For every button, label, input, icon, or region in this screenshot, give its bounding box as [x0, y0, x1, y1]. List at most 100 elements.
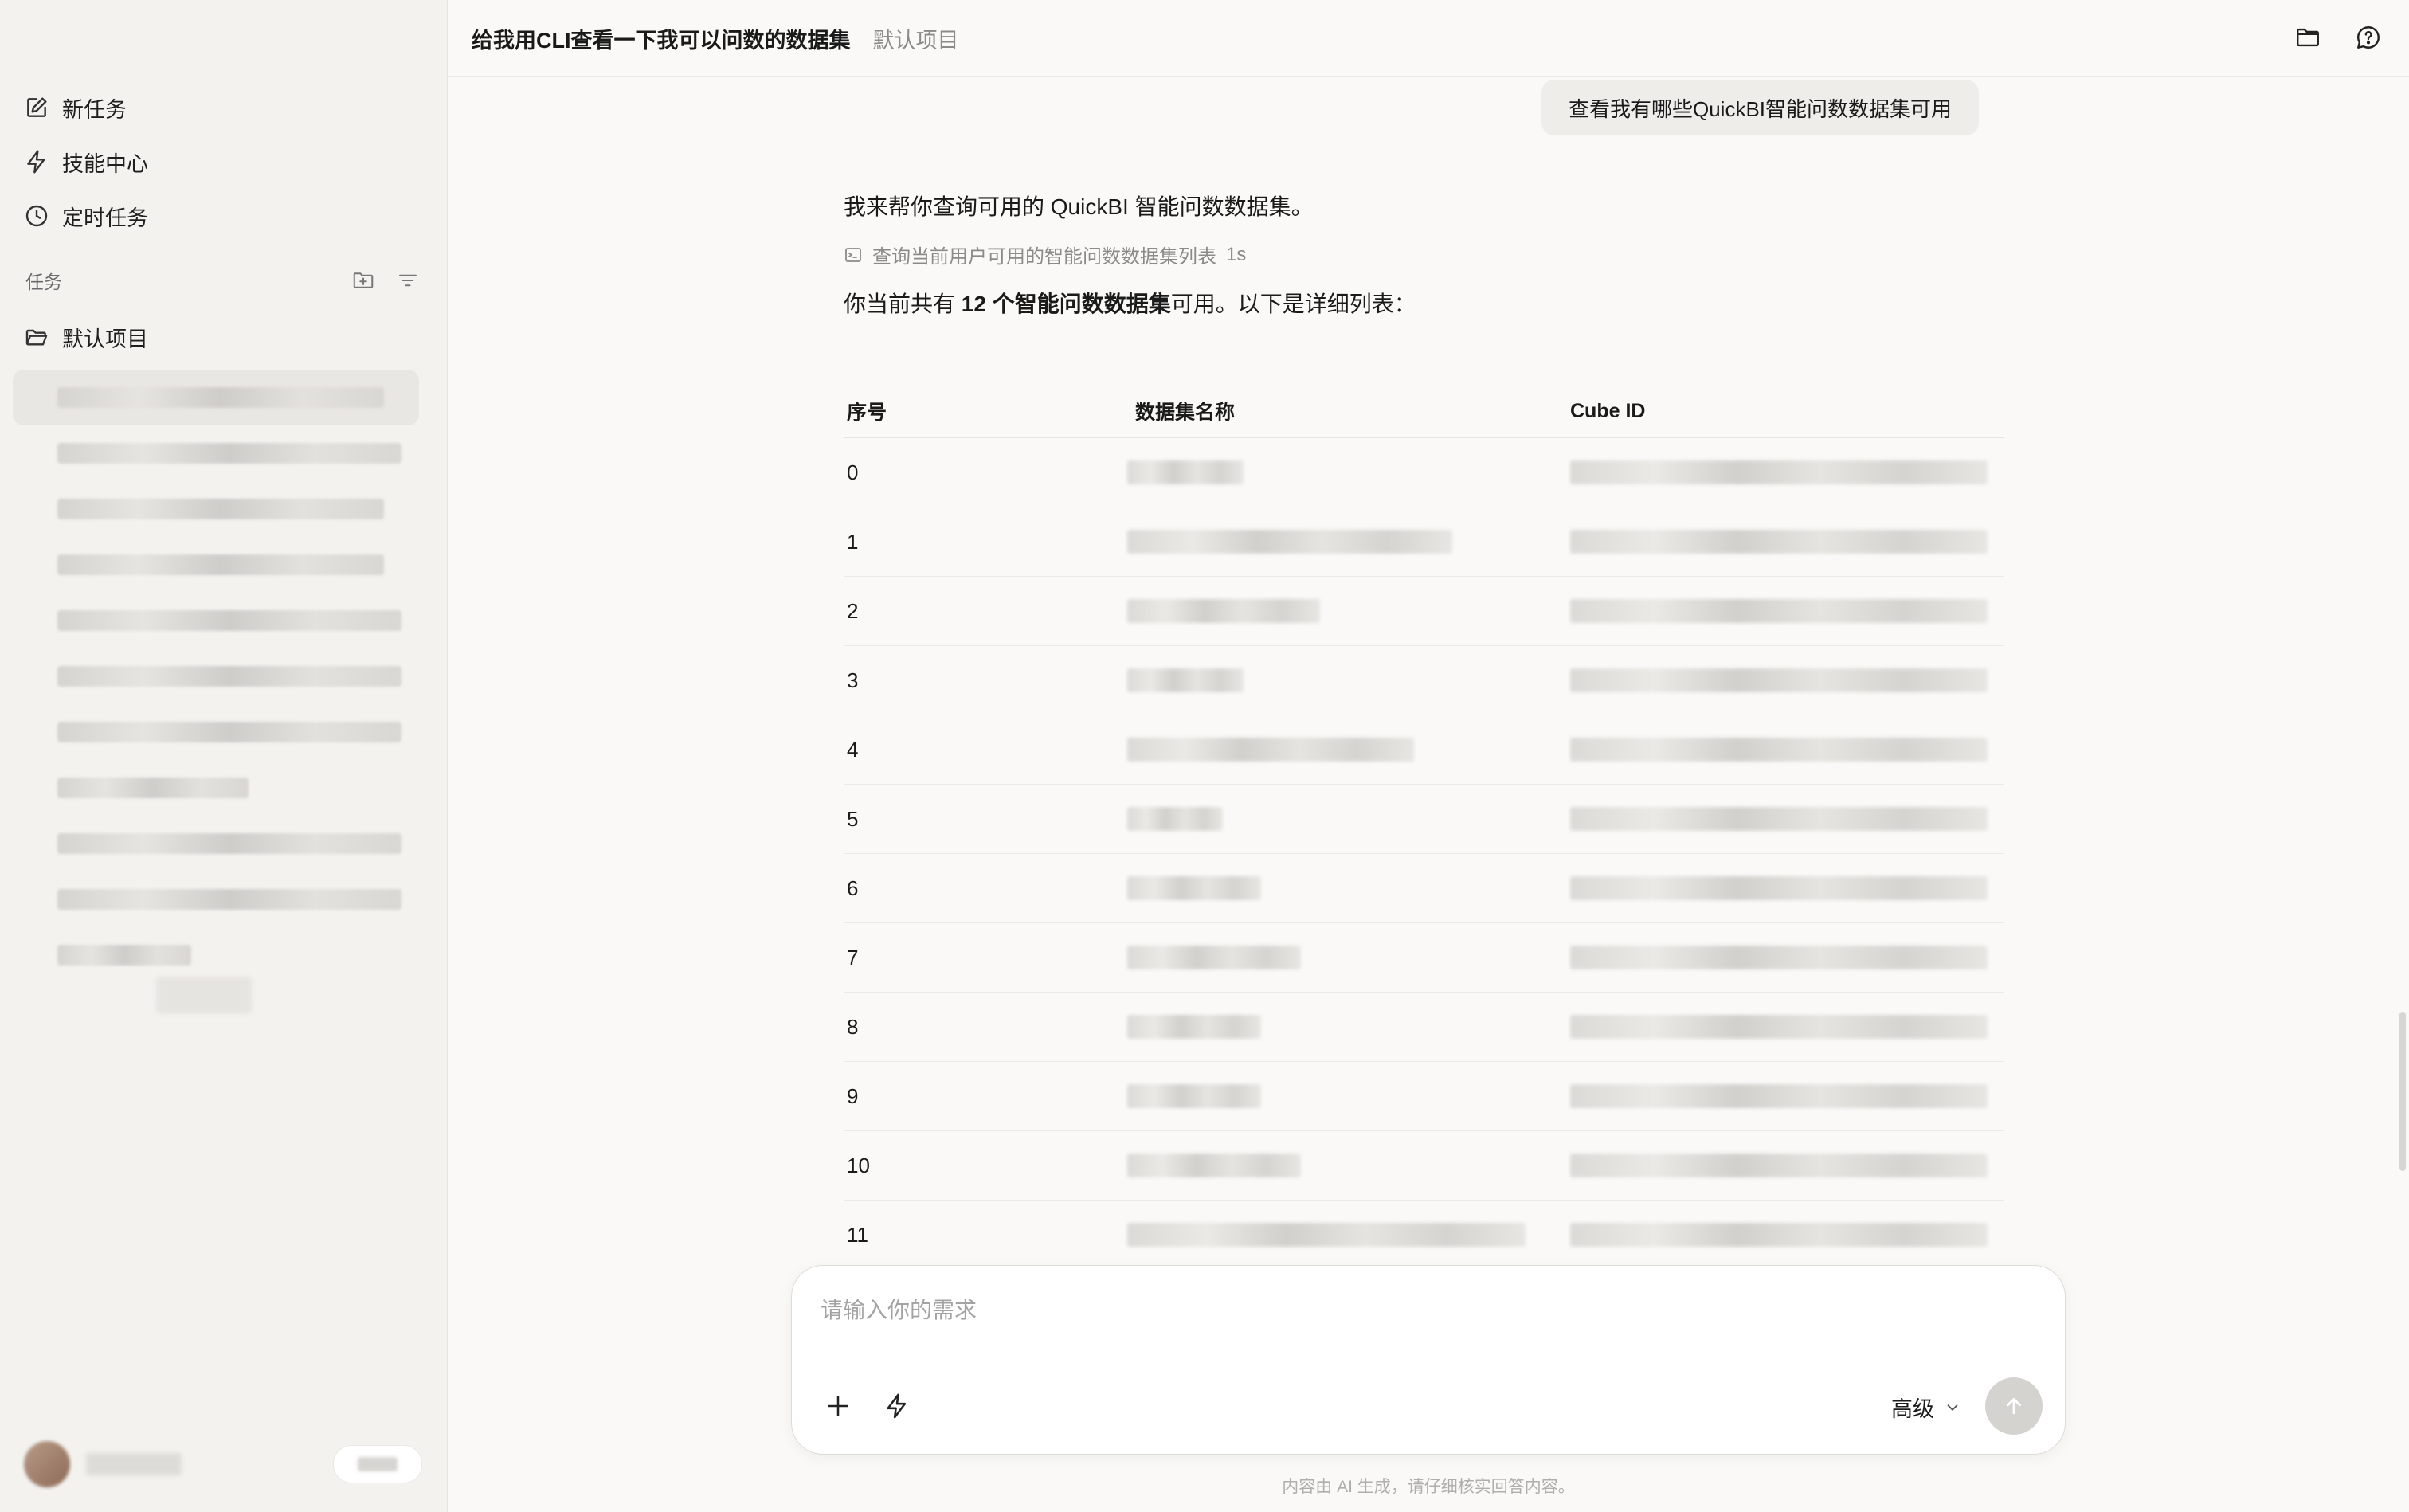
- table-row: 1: [844, 507, 2004, 577]
- row-index: 10: [847, 1153, 870, 1177]
- breadcrumb[interactable]: 默认项目: [873, 23, 959, 54]
- header-cube-id: Cube ID: [1570, 399, 1646, 422]
- tasks-section-label: 任务: [25, 272, 62, 292]
- table-row: 5: [844, 785, 2004, 854]
- redacted-dataset-name: [1127, 599, 1570, 623]
- lightning-icon[interactable]: [881, 1390, 913, 1422]
- row-index: 2: [847, 598, 859, 623]
- row-index: 3: [847, 668, 859, 692]
- ai-disclaimer: 内容由 AI 生成，请仔细核实回答内容。: [1282, 1478, 1575, 1496]
- table-row: 0: [844, 438, 2004, 507]
- plus-icon[interactable]: [822, 1390, 854, 1422]
- folder-open-icon: [25, 329, 48, 346]
- message-input[interactable]: [819, 1290, 1937, 1331]
- redacted-cube-id: [1570, 668, 2004, 692]
- tasks-section-tools: [349, 266, 422, 295]
- redacted-cube-id: [1570, 1223, 2004, 1247]
- row-index: 7: [847, 945, 859, 969]
- redacted-dataset-name: [1127, 876, 1570, 900]
- message-composer: 高级: [791, 1265, 2066, 1455]
- tool-call-label: 查询当前用户可用的智能问数数据集列表: [872, 246, 1216, 268]
- row-index: 1: [847, 529, 859, 554]
- main-panel: 给我用CLI查看一下我可以问数的数据集 默认项目 查看我有哪些QuickBI智能…: [448, 0, 2409, 1512]
- task-item[interactable]: [13, 481, 419, 537]
- summary-highlight: 12 个智能问数数据集: [961, 292, 1171, 316]
- task-item[interactable]: [13, 648, 419, 704]
- user-message-bubble: 查看我有哪些QuickBI智能问数数据集可用: [1541, 80, 1980, 135]
- header-dataset-name: 数据集名称: [1135, 402, 1236, 424]
- nav-new-task-label: 新任务: [62, 97, 127, 122]
- row-index: 6: [847, 875, 859, 900]
- project-default[interactable]: 默认项目: [24, 317, 148, 357]
- nav-new-task[interactable]: 新任务: [24, 88, 127, 127]
- row-index: 9: [847, 1083, 859, 1108]
- sidebar: 新任务 技能中心 定时任务 任务 默认项目: [0, 0, 448, 1512]
- redacted-cube-id: [1570, 946, 2004, 969]
- table-row: 8: [844, 993, 2004, 1062]
- scrollbar[interactable]: [2399, 1012, 2406, 1171]
- task-list: [13, 370, 419, 983]
- mode-selector[interactable]: 高级: [1891, 1392, 1961, 1423]
- redacted-cube-id: [1570, 1154, 2004, 1177]
- summary-suffix: 可用。以下是详细列表：: [1170, 292, 1416, 316]
- row-index: 0: [847, 460, 859, 484]
- table-header: 序号 数据集名称 Cube ID: [844, 386, 2004, 438]
- table-row: 3: [844, 646, 2004, 715]
- task-item[interactable]: [13, 425, 419, 481]
- chevron-down-icon: [1947, 1404, 1958, 1411]
- assistant-summary: 你当前共有 12 个智能问数数据集可用。以下是详细列表：: [844, 287, 1416, 319]
- table-row: 6: [844, 854, 2004, 923]
- redacted-cube-id: [1570, 876, 2004, 900]
- redacted-cube-id: [1570, 530, 2004, 554]
- redacted-dataset-name: [1127, 460, 1570, 484]
- task-item[interactable]: [13, 760, 419, 816]
- redacted-cube-id: [1570, 1015, 2004, 1039]
- send-button[interactable]: [1985, 1377, 2043, 1435]
- table-row: 2: [844, 577, 2004, 646]
- arrow-up-icon: [2007, 1397, 2021, 1415]
- table-row: 11: [844, 1201, 2004, 1269]
- project-default-label: 默认项目: [62, 327, 148, 351]
- help-chat-icon[interactable]: [2352, 21, 2385, 54]
- assistant-intro: 我来帮你查询可用的 QuickBI 智能问数数据集。: [844, 194, 1314, 219]
- redacted-cube-id: [1570, 807, 2004, 831]
- row-index: 4: [847, 737, 859, 762]
- new-folder-icon[interactable]: [349, 266, 378, 295]
- user-plan-badge[interactable]: [333, 1445, 422, 1483]
- mode-selector-label: 高级: [1891, 1397, 1934, 1421]
- tool-call-line[interactable]: 查询当前用户可用的智能问数数据集列表 1s: [844, 241, 1246, 268]
- summary-prefix: 你当前共有: [844, 292, 962, 316]
- task-list-more[interactable]: [156, 977, 252, 1013]
- redacted-dataset-name: [1127, 946, 1570, 969]
- lightning-icon: [27, 150, 45, 174]
- task-item[interactable]: [13, 370, 419, 425]
- user-name: [86, 1453, 182, 1475]
- row-index: 11: [847, 1222, 868, 1247]
- edit-icon: [27, 97, 47, 117]
- redacted-dataset-name: [1127, 1015, 1570, 1039]
- redacted-dataset-name: [1127, 530, 1570, 554]
- task-item[interactable]: [13, 537, 419, 593]
- nav-scheduled-tasks-label: 定时任务: [62, 206, 148, 230]
- folder-icon[interactable]: [2291, 21, 2325, 54]
- nav-scheduled-tasks[interactable]: 定时任务: [24, 196, 148, 236]
- user-area: [24, 1434, 422, 1494]
- table-row: 10: [844, 1131, 2004, 1201]
- task-item[interactable]: [13, 872, 419, 927]
- header-index: 序号: [847, 402, 887, 424]
- redacted-dataset-name: [1127, 738, 1570, 762]
- avatar[interactable]: [24, 1441, 70, 1487]
- task-item[interactable]: [13, 816, 419, 872]
- composer-tools: [822, 1390, 913, 1422]
- redacted-cube-id: [1570, 738, 2004, 762]
- table-row: 4: [844, 715, 2004, 785]
- redacted-dataset-name: [1127, 1154, 1570, 1177]
- task-item[interactable]: [13, 593, 419, 648]
- redacted-dataset-name: [1127, 807, 1570, 831]
- filter-icon[interactable]: [394, 266, 422, 295]
- nav-skill-center[interactable]: 技能中心: [24, 142, 148, 182]
- task-item[interactable]: [13, 927, 419, 983]
- task-item[interactable]: [13, 704, 419, 760]
- terminal-icon: [845, 247, 861, 262]
- row-index: 5: [847, 806, 859, 831]
